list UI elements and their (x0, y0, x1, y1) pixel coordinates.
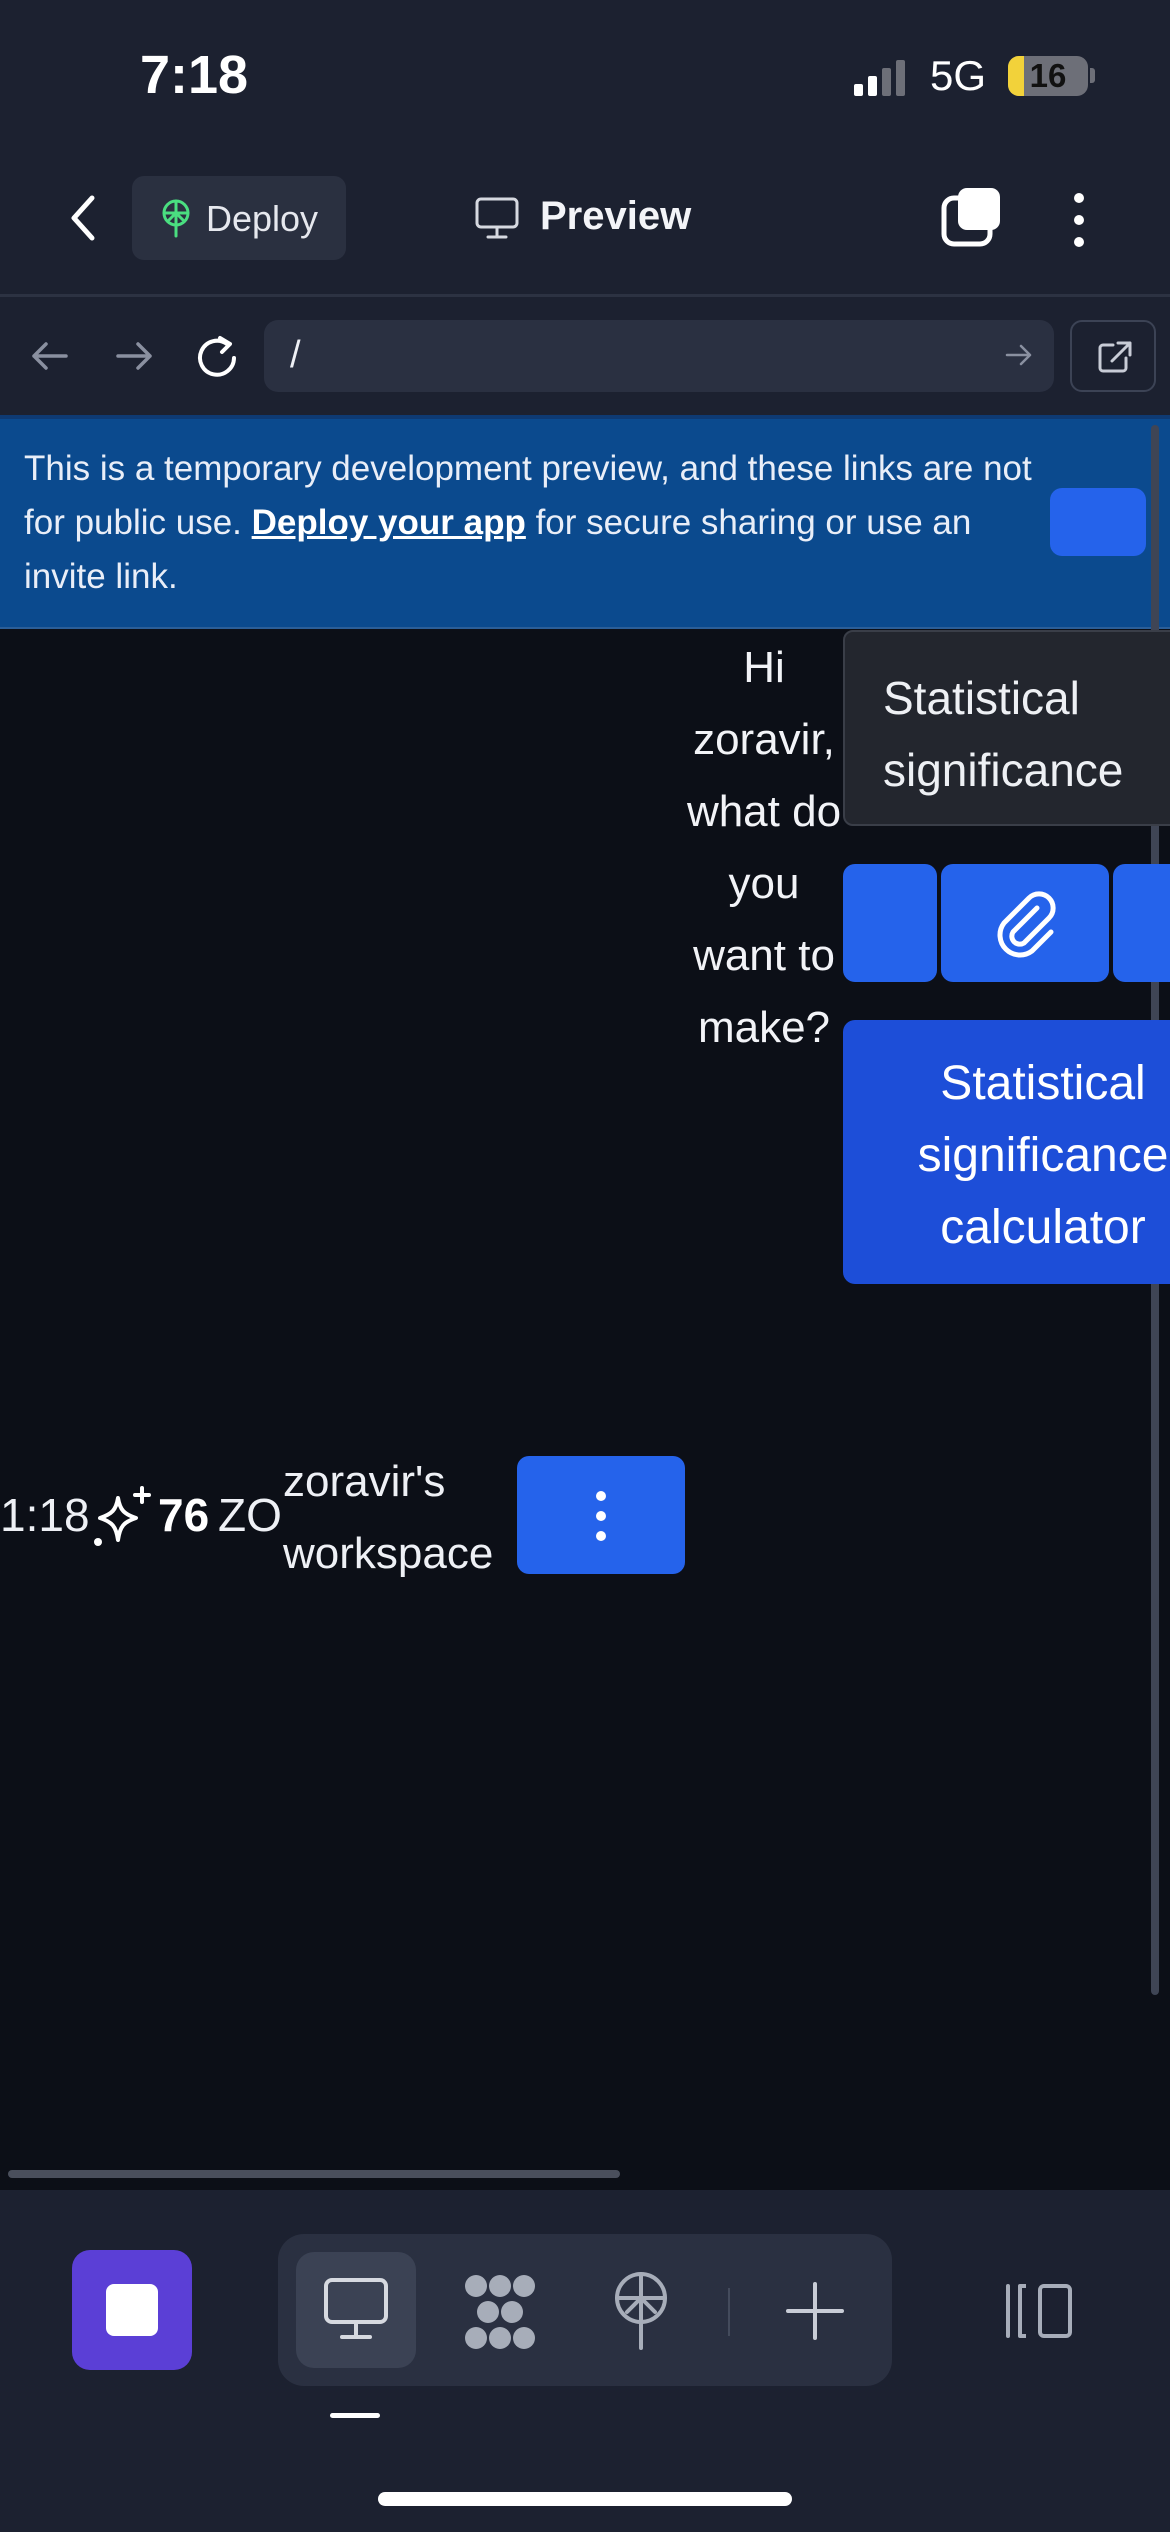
banner-dismiss-button[interactable] (1050, 488, 1146, 556)
plus-icon (786, 2282, 844, 2340)
tabs-icon (941, 188, 1000, 247)
url-text: / (290, 334, 301, 376)
panel-toggle-button[interactable] (1000, 2280, 1074, 2347)
paperclip-icon (997, 891, 1056, 958)
signal-icon (852, 58, 916, 103)
home-indicator[interactable] (378, 2492, 792, 2506)
deploy-icon (162, 199, 190, 238)
submit-prompt-button[interactable]: Statistical significance calculator (843, 1020, 1170, 1284)
url-bar[interactable]: / (264, 320, 1054, 392)
user-initials[interactable]: ZO (218, 1488, 282, 1542)
credits-count: 76 (158, 1489, 210, 1541)
action-button[interactable] (843, 864, 937, 982)
prompt-input[interactable]: Statistical significance calculator (843, 630, 1170, 826)
network-label: 5G (930, 52, 987, 99)
banner-message: This is a temporary development preview,… (24, 442, 1034, 604)
nav-back-button[interactable] (28, 338, 72, 379)
external-link-icon (1098, 341, 1132, 373)
go-arrow-icon[interactable] (1004, 342, 1034, 368)
workspace-name[interactable]: zoravir's workspace (283, 1446, 513, 1590)
deploy-icon (615, 2272, 667, 2350)
monitor-icon (324, 2278, 388, 2339)
stop-button[interactable] (72, 2250, 192, 2370)
deploy-label: Deploy (206, 198, 319, 239)
tool-deploy-button[interactable] (610, 2268, 672, 2357)
deploy-your-app-link[interactable]: Deploy your app (252, 503, 526, 542)
workspace-menu-button[interactable] (517, 1456, 685, 1574)
back-button[interactable] (58, 188, 110, 248)
arrow-left-icon (32, 342, 68, 370)
battery-level: 16 (1029, 57, 1067, 94)
attach-button[interactable] (941, 864, 1109, 982)
grid-dots-icon (465, 2275, 535, 2349)
toolbar-divider (728, 2288, 730, 2336)
prompt-input-value: Statistical significance calculator (883, 672, 1124, 824)
nav-forward-button[interactable] (112, 338, 156, 379)
tool-console-button[interactable] (458, 2272, 542, 2357)
active-tab-indicator (330, 2413, 380, 2418)
panel-toggle-icon (1006, 2284, 1072, 2338)
reload-icon (198, 336, 236, 377)
stop-icon (106, 2284, 158, 2336)
tabs-button[interactable] (940, 186, 1004, 250)
page-title: Preview (540, 194, 692, 238)
submit-label: Statistical significance calculator (917, 1057, 1169, 1254)
monitor-icon (475, 197, 519, 239)
open-external-button[interactable] (1070, 320, 1156, 392)
status-time: 7:18 (140, 45, 249, 105)
more-options-button[interactable] (1058, 188, 1100, 252)
tool-preview-button[interactable] (296, 2252, 416, 2368)
chevron-left-icon (71, 195, 95, 241)
action-button-partial[interactable] (1113, 864, 1170, 982)
reload-button[interactable] (194, 334, 242, 385)
add-tool-button[interactable] (784, 2280, 846, 2347)
more-vertical-icon (596, 1491, 606, 1541)
time-label: 1:18 (0, 1489, 90, 1541)
action-row (843, 864, 1170, 982)
deploy-button[interactable]: Deploy (132, 176, 346, 260)
more-vertical-icon (1074, 193, 1084, 247)
battery-icon: 16 (1008, 56, 1088, 96)
sparkle-icon (88, 1484, 160, 1559)
greeting-text: Hi zoravir, what do you want to make? (686, 643, 842, 1052)
battery-nub (1090, 68, 1095, 83)
horizontal-scrollbar[interactable] (8, 2170, 620, 2178)
arrow-right-icon (116, 342, 152, 370)
